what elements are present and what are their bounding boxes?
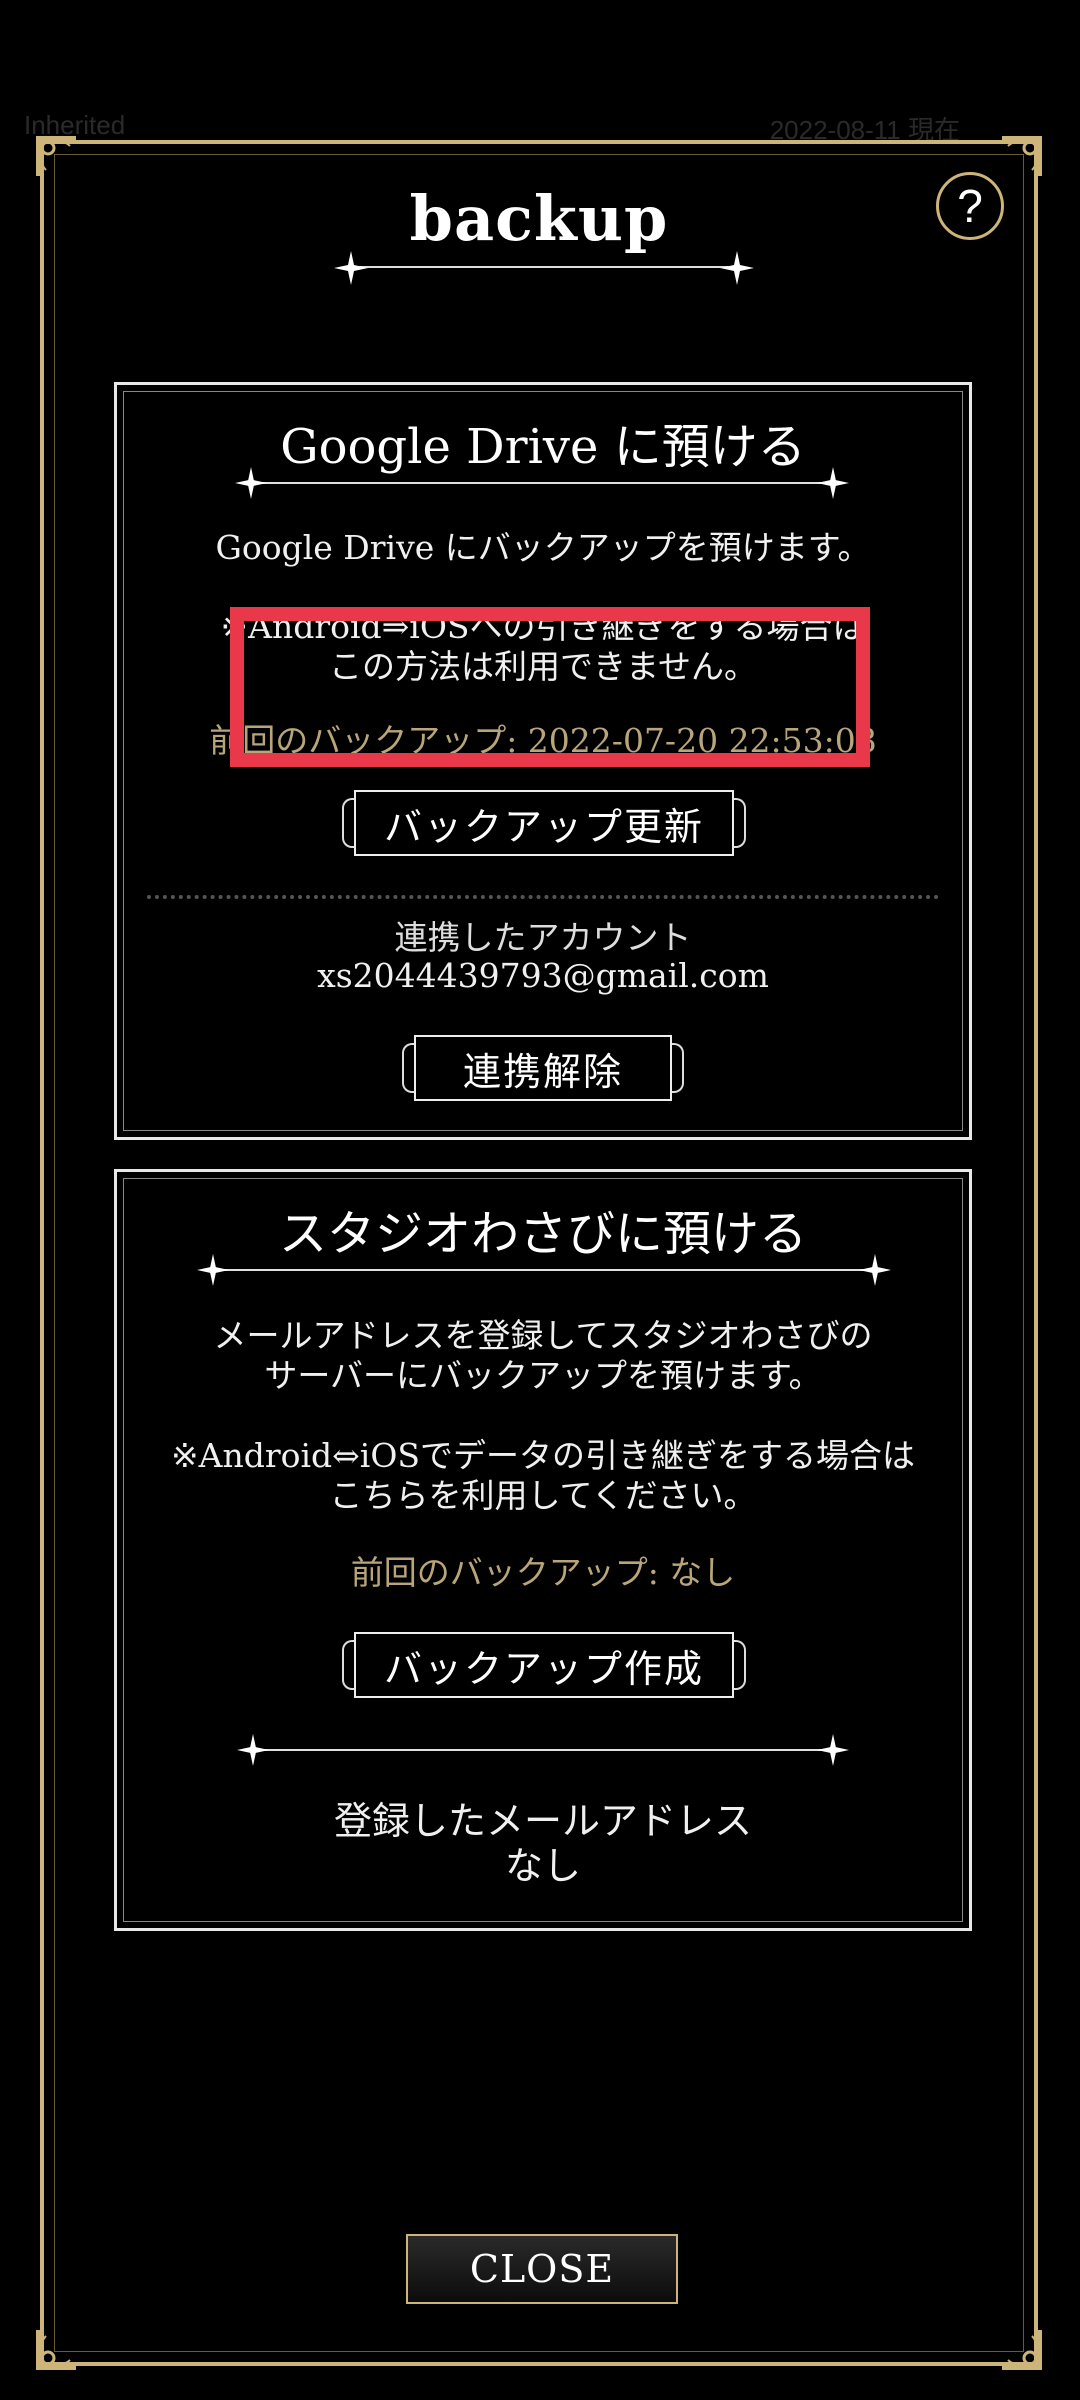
title-divider [344, 266, 742, 268]
sparkle-icon [817, 1734, 849, 1766]
linked-account-label: 連携したアカウント [394, 918, 692, 957]
section-divider [252, 482, 832, 484]
wasabi-note-line2: こちらを利用してください。 [329, 1476, 757, 1515]
screen: Inherited 2022-08-11 現在 backup ? Google … [0, 0, 1080, 2400]
wasabi-note-line1: ※Android⇔iOSでデータの引き継ぎをする場合は [170, 1436, 916, 1475]
close-button[interactable]: CLOSE [406, 2234, 678, 2304]
dialog-title: backup [409, 182, 669, 255]
corner-ornament-icon [998, 2326, 1044, 2372]
corner-ornament-icon [34, 2326, 80, 2372]
backup-update-button[interactable]: バックアップ更新 [342, 790, 746, 856]
help-button[interactable]: ? [936, 172, 1004, 240]
sparkle-icon [859, 1254, 891, 1286]
backup-create-button[interactable]: バックアップ作成 [342, 1632, 746, 1698]
dotted-divider [147, 895, 939, 899]
sparkle-icon [237, 1734, 269, 1766]
corner-ornament-icon [998, 134, 1044, 180]
sparkle-icon [817, 467, 849, 499]
wasabi-last-backup: 前回のバックアップ: なし [350, 1553, 736, 1592]
highlight-box [230, 607, 870, 767]
sparkle-icon [197, 1254, 229, 1286]
registered-email-label: 登録したメールアドレス [333, 1799, 752, 1843]
section-divider [255, 1749, 831, 1751]
google-drive-description: Google Drive にバックアップを預けます。 [215, 528, 871, 567]
section-divider [217, 1269, 869, 1271]
wasabi-section: スタジオわさびに預ける メールアドレスを登録してスタジオわさびの サーバーにバッ… [114, 1169, 972, 1931]
backup-dialog: backup ? Google Drive に預ける Google Drive … [36, 136, 1042, 2370]
wasabi-description-line2: サーバーにバックアップを預けます。 [264, 1356, 822, 1395]
wasabi-description-line1: メールアドレスを登録してスタジオわさびの [213, 1316, 873, 1355]
linked-account-email: xs2044439793@gmail.com [317, 956, 769, 995]
sparkle-icon [334, 251, 368, 285]
wasabi-title: スタジオわさびに預ける [278, 1206, 807, 1262]
unlink-button[interactable]: 連携解除 [402, 1035, 684, 1101]
registered-email-value: なし [504, 1844, 581, 1888]
sparkle-icon [720, 251, 754, 285]
corner-ornament-icon [34, 134, 80, 180]
sparkle-icon [235, 467, 267, 499]
